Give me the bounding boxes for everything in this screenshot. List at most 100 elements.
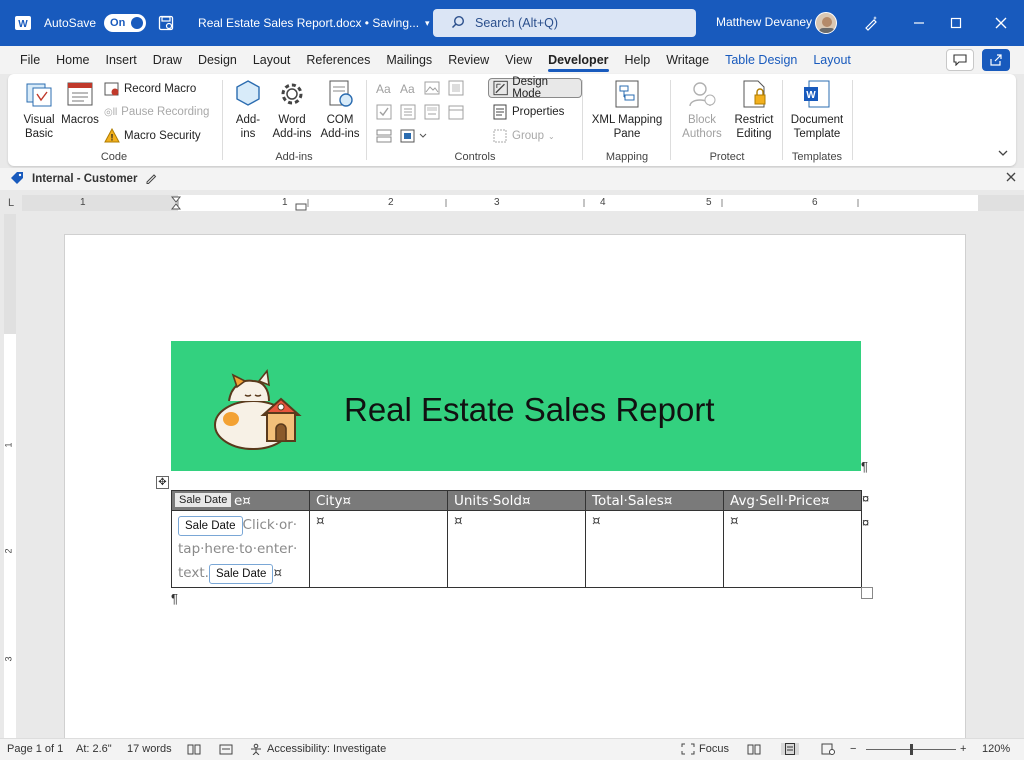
xml-mapping-pane-button[interactable]: XML Mapping Pane [588,78,666,141]
tab-home[interactable]: Home [48,46,97,74]
tab-review[interactable]: Review [440,46,497,74]
addins-button[interactable]: Add-ins [232,78,264,141]
focus-button[interactable]: Focus [681,743,729,755]
block-authors-button[interactable]: Block Authors [678,78,726,141]
com-addins-button[interactable]: COM Add-ins [320,78,360,141]
accessibility-status[interactable]: Accessibility: Investigate [249,743,386,755]
comments-button[interactable] [946,49,974,71]
macro-security-button[interactable]: ! Macro Security [104,126,201,146]
ribbon-tabs: File Home Insert Draw Design Layout Refe… [0,46,1024,74]
document-title[interactable]: Real Estate Sales Report.docx • Saving..… [198,16,430,30]
web-layout-icon[interactable] [821,743,835,755]
picture-control-icon[interactable] [424,80,440,96]
legacy-tools-icon[interactable] [400,128,430,144]
close-icon[interactable] [990,12,1012,34]
visual-basic-button[interactable]: Visual Basic [20,78,58,141]
autosave-toggle[interactable]: On [104,14,147,32]
tab-view[interactable]: View [497,46,540,74]
avatar[interactable] [815,12,837,34]
cell-city[interactable]: ¤ [309,510,448,588]
print-layout-icon[interactable] [781,743,799,755]
restrict-editing-button[interactable]: Restrict Editing [730,78,778,141]
vertical-ruler[interactable]: 1 2 3 [4,214,16,754]
dropdown-list-control-icon[interactable] [424,104,440,120]
rich-text-control-icon[interactable]: Aa [376,82,392,98]
document-page[interactable]: Real Estate Sales Report ¶ ✥ e¤ City¤ Un… [64,234,966,744]
header-city[interactable]: City¤ [309,490,448,511]
sale-date-content-control-start[interactable]: Sale Date [178,516,243,536]
sales-table[interactable]: e¤ City¤ Units·Sold¤ Total·Sales¤ Avg·Se… [171,490,862,588]
design-mode-button[interactable]: Design Mode [488,76,582,100]
sensitivity-label[interactable]: Internal - Customer [32,173,137,185]
tab-draw[interactable]: Draw [145,46,190,74]
cell-end-mark: ¤ [730,513,739,529]
tab-file[interactable]: File [12,46,48,74]
group-icon [493,129,507,143]
placeholder-line-1[interactable]: Click·or· [243,517,298,533]
building-block-control-icon[interactable] [448,80,464,96]
save-icon[interactable] [158,15,174,31]
search-box[interactable]: Search (Alt+Q) [433,9,696,37]
cell-avg-sell-price[interactable]: ¤ [723,510,862,588]
header-content-control-tag[interactable]: Sale Date [175,493,232,507]
cell-total-sales[interactable]: ¤ [585,510,724,588]
proofing-icon[interactable] [187,743,201,755]
properties-button[interactable]: Properties [492,102,564,122]
date-picker-control-icon[interactable] [448,104,464,120]
combo-box-control-icon[interactable] [400,104,416,120]
header-total-sales[interactable]: Total·Sales¤ [585,490,724,511]
edit-pencil-icon[interactable] [145,172,157,187]
tab-table-design[interactable]: Table Design [717,46,805,74]
tab-developer[interactable]: Developer [540,46,616,74]
pause-icon: ◎ll [104,106,118,118]
placeholder-line-3[interactable]: text. [178,565,209,581]
page-count[interactable]: Page 1 of 1 [7,743,63,755]
close-sensitivity-icon[interactable] [1006,172,1016,185]
collapse-ribbon-icon[interactable] [996,146,1010,160]
record-macro-button[interactable]: Record Macro [104,79,196,99]
cell-units-sold[interactable]: ¤ [447,510,586,588]
word-addins-button[interactable]: Word Add-ins [270,78,314,141]
plain-text-control-icon[interactable]: Aa [400,82,416,98]
document-template-button[interactable]: W Document Template [788,78,846,141]
word-count[interactable]: 17 words [127,743,172,755]
tab-design[interactable]: Design [190,46,245,74]
zoom-in-button[interactable]: + [960,743,966,755]
zoom-level[interactable]: 120% [982,743,1010,755]
repeating-section-control-icon[interactable] [376,128,392,144]
tab-mailings[interactable]: Mailings [378,46,440,74]
svg-text:!: ! [111,133,114,143]
tab-writage[interactable]: Writage [658,46,717,74]
table-resize-handle[interactable] [861,587,873,599]
ribbon: Visual Basic Macros Record Macro ◎ll Pau… [8,74,1016,166]
report-title[interactable]: Real Estate Sales Report [344,391,715,429]
paragraph-mark: ¶ [861,459,868,474]
read-mode-icon[interactable] [747,743,761,755]
macros-button[interactable]: Macros [61,78,99,127]
share-button[interactable] [982,49,1010,71]
minimize-icon[interactable] [908,12,930,34]
track-changes-icon[interactable] [219,743,233,755]
checkbox-control-icon[interactable] [376,104,392,120]
tab-references[interactable]: References [298,46,378,74]
cell-sale-date[interactable]: Sale Date Click·or· tap·here·to·enter· te… [171,510,310,588]
horizontal-ruler[interactable]: 1 1 2 3 4 5 6 [22,195,1024,211]
sale-date-content-control-end[interactable]: Sale Date [208,564,274,584]
tab-selector[interactable]: L [0,192,22,214]
pen-sparkle-icon[interactable] [860,12,882,34]
table-move-handle[interactable]: ✥ [156,476,169,489]
placeholder-line-2[interactable]: tap·here·to·enter· [178,541,297,557]
report-banner[interactable]: Real Estate Sales Report [171,341,861,471]
zoom-out-button[interactable]: − [850,743,856,755]
maximize-icon[interactable] [945,12,967,34]
tab-table-layout[interactable]: Layout [805,46,859,74]
header-units-sold[interactable]: Units·Sold¤ [447,490,586,511]
pause-recording-button[interactable]: ◎ll Pause Recording [104,102,209,122]
header-avg-sell-price[interactable]: Avg·Sell·Price¤ [723,490,862,511]
user-name[interactable]: Matthew Devaney [716,15,812,29]
tab-layout[interactable]: Layout [245,46,299,74]
group-button[interactable]: Group ⌄ [492,126,555,146]
tab-help[interactable]: Help [617,46,659,74]
zoom-slider-thumb[interactable] [910,744,913,755]
tab-insert[interactable]: Insert [98,46,145,74]
